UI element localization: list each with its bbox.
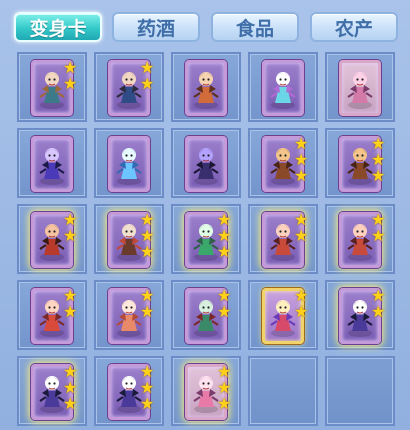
empty-inventory-slot[interactable] <box>248 356 318 426</box>
tab-food[interactable]: 食品 <box>211 12 299 42</box>
star-icon: ★ <box>63 74 78 93</box>
beast-figure-icon <box>347 72 373 109</box>
star-icon: ★ <box>63 226 78 245</box>
star-icon: ★ <box>217 242 232 261</box>
dragon-figure-icon <box>116 148 142 185</box>
star-icon: ★ <box>294 302 309 321</box>
inventory-panel: 变身卡 药酒 食品 农产 ★ ★ ★ ★ ★ ★ ★ ★ ★ ★ ★ ★ ★ ★ ★ ★ ★ ★ ★ ★ ★ ★ ★ ★ ★ ★ ★… <box>0 0 410 430</box>
transform-card-dark-knight <box>185 136 227 192</box>
transform-card-fox-warrior <box>185 60 227 116</box>
inventory-slot[interactable]: ★ ★ <box>248 204 318 274</box>
inventory-slot[interactable] <box>325 52 395 122</box>
star-rating: ★ ★ <box>140 288 156 320</box>
inventory-slot[interactable] <box>171 128 241 198</box>
inventory-slot[interactable]: ★ ★ ★ <box>94 356 164 426</box>
star-rating: ★ ★ ★ <box>371 136 387 184</box>
inventory-slot[interactable]: ★ ★ ★ <box>325 128 395 198</box>
transform-card-purple-mage <box>31 136 73 192</box>
inventory-slot[interactable]: ★ ★ <box>248 280 318 350</box>
tab-farm-produce[interactable]: 农产 <box>310 12 398 42</box>
inventory-slot[interactable]: ★ ★ ★ <box>17 356 87 426</box>
inventory-slot[interactable]: ★ ★ <box>17 52 87 122</box>
inventory-slot[interactable] <box>248 52 318 122</box>
item-grid: ★ ★ ★ ★ ★ ★ ★ ★ ★ ★ ★ ★ ★ ★ ★ ★ ★ ★ ★ ★ ★ ★ ★ ★ ★ ★ ★ ★ ★ ★ ★ ★ ★ ★ ★ ★ ★ ★ ★ ★… <box>17 52 407 430</box>
star-icon: ★ <box>140 242 155 261</box>
star-icon: ★ <box>294 226 309 245</box>
star-rating: ★ ★ ★ <box>63 364 79 412</box>
inventory-slot[interactable]: ★ ★ <box>17 204 87 274</box>
inventory-slot[interactable] <box>94 128 164 198</box>
star-rating: ★ ★ <box>294 212 310 244</box>
fox-figure-icon <box>193 72 219 109</box>
star-rating: ★ ★ ★ <box>217 364 233 412</box>
star-rating: ★ ★ <box>371 288 387 320</box>
star-rating: ★ ★ ★ <box>140 212 156 260</box>
star-icon: ★ <box>63 302 78 321</box>
star-rating: ★ ★ ★ <box>294 136 310 184</box>
inventory-slot[interactable]: ★ ★ <box>325 280 395 350</box>
knight-figure-icon <box>193 148 219 185</box>
inventory-slot[interactable] <box>171 52 241 122</box>
star-rating: ★ ★ <box>63 60 79 92</box>
star-rating: ★ ★ ★ <box>217 212 233 260</box>
star-rating: ★ ★ ★ <box>140 364 156 412</box>
star-icon: ★ <box>217 302 232 321</box>
inventory-slot[interactable]: ★ ★ ★ <box>94 204 164 274</box>
star-icon: ★ <box>63 394 78 413</box>
star-icon: ★ <box>140 302 155 321</box>
star-rating: ★ ★ <box>371 212 387 244</box>
star-icon: ★ <box>217 394 232 413</box>
unicorn-figure-icon <box>270 72 296 109</box>
inventory-slot[interactable] <box>17 128 87 198</box>
inventory-slot[interactable]: ★ ★ ★ <box>171 204 241 274</box>
category-tab-bar: 变身卡 药酒 食品 农产 <box>0 0 410 50</box>
inventory-slot[interactable]: ★ ★ ★ <box>171 356 241 426</box>
star-icon: ★ <box>294 166 309 185</box>
empty-inventory-slot[interactable] <box>325 356 395 426</box>
transform-card-unicorn <box>262 60 304 116</box>
tab-transform-cards[interactable]: 变身卡 <box>14 12 102 42</box>
transform-card-pink-beast <box>339 60 381 116</box>
star-rating: ★ ★ <box>140 60 156 92</box>
inventory-slot[interactable]: ★ ★ <box>94 52 164 122</box>
star-rating: ★ ★ <box>294 288 310 320</box>
inventory-slot[interactable]: ★ ★ <box>17 280 87 350</box>
star-rating: ★ ★ <box>63 288 79 320</box>
inventory-slot[interactable]: ★ ★ <box>325 204 395 274</box>
mage-figure-icon <box>39 148 65 185</box>
star-icon: ★ <box>371 166 386 185</box>
star-rating: ★ ★ <box>217 288 233 320</box>
tab-potions[interactable]: 药酒 <box>112 12 200 42</box>
star-icon: ★ <box>140 394 155 413</box>
inventory-slot[interactable]: ★ ★ <box>94 280 164 350</box>
star-icon: ★ <box>371 302 386 321</box>
inventory-slot[interactable]: ★ ★ <box>171 280 241 350</box>
transform-card-ice-dragon <box>108 136 150 192</box>
star-icon: ★ <box>371 226 386 245</box>
inventory-slot[interactable]: ★ ★ ★ <box>248 128 318 198</box>
star-rating: ★ ★ <box>63 212 79 244</box>
star-icon: ★ <box>140 74 155 93</box>
